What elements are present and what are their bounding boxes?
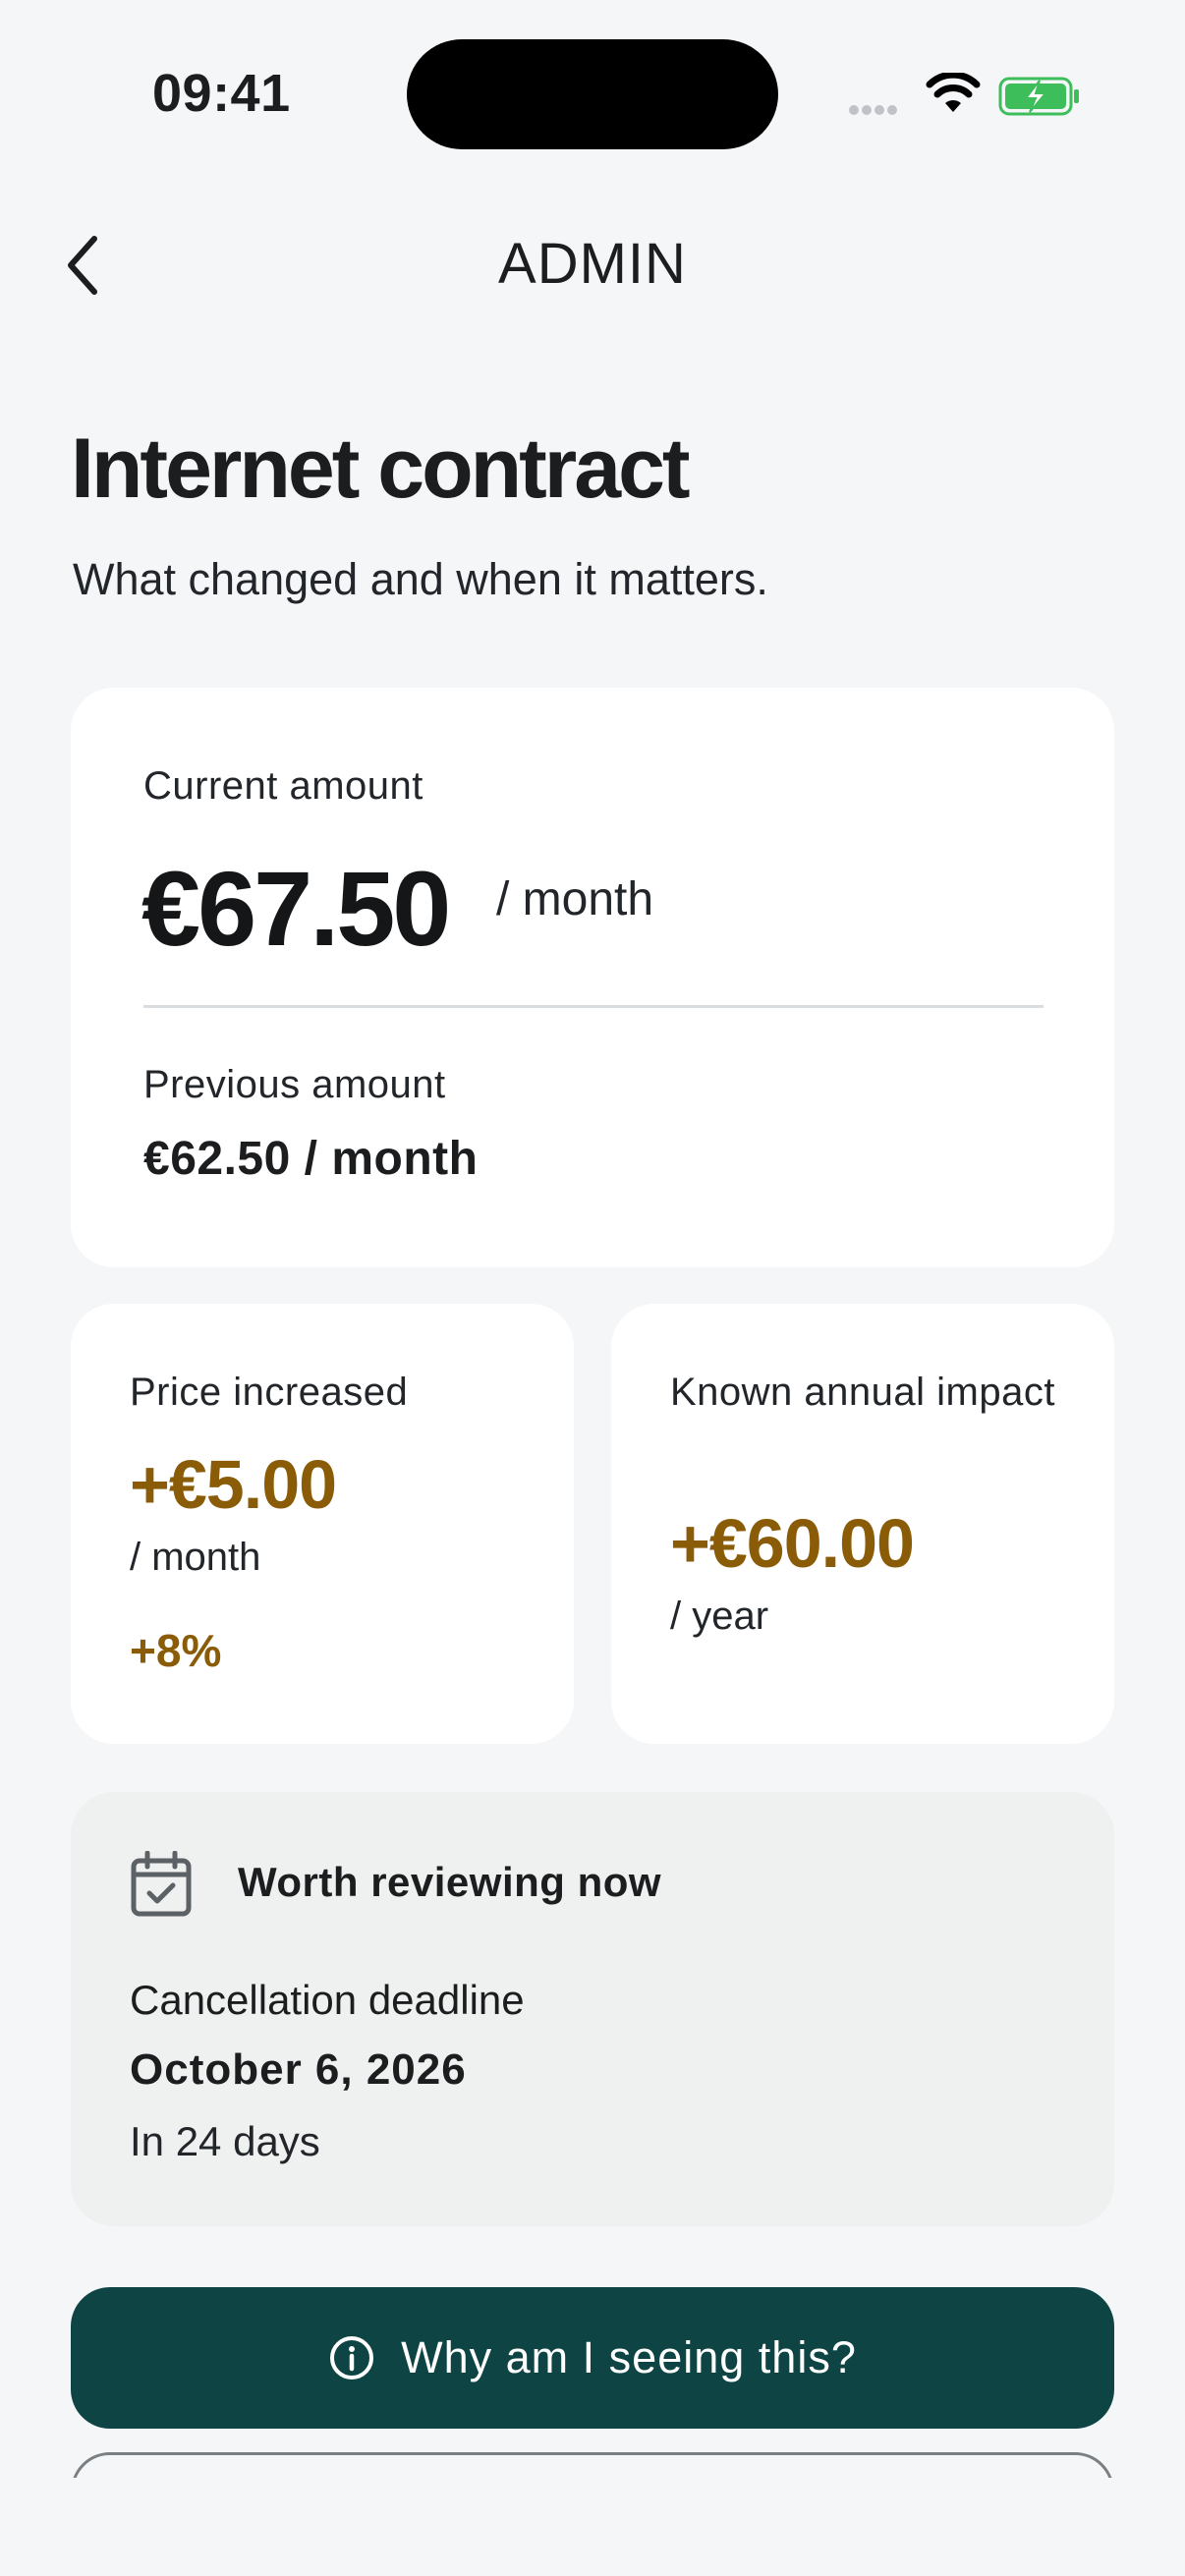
nav-title: ADMIN (498, 232, 687, 296)
price-increase-unit: / month (130, 1536, 261, 1579)
page-title: Internet contract (71, 421, 691, 516)
wifi-icon (926, 73, 981, 112)
cta-label: Why am I seeing this? (401, 2332, 857, 2382)
annual-impact-label: Known annual impact (670, 1371, 1055, 1414)
current-amount-unit: / month (496, 873, 654, 925)
deadline-relative: In 24 days (130, 2118, 320, 2164)
price-increase-percent: +8% (130, 1625, 222, 1676)
annual-impact-value: +€60.00 (670, 1505, 915, 1582)
page-subtitle: What changed and when it matters. (73, 554, 768, 604)
divider (143, 1005, 1044, 1008)
annual-impact-card: Known annual impact +€60.00 / year (611, 1304, 1114, 1744)
current-amount-value: €67.50 (141, 849, 451, 968)
amount-card: Current amount €67.50 / month Previous a… (71, 688, 1114, 1267)
price-increase-label: Price increased (130, 1371, 409, 1414)
screen: 09:41 ADMIN Internet contract What chang… (0, 0, 1185, 2576)
review-card: Worth reviewing now Cancellation deadlin… (71, 1792, 1114, 2226)
calendar-check-icon (131, 1851, 192, 1917)
price-increase-value: +€5.00 (130, 1446, 337, 1523)
deadline-date: October 6, 2026 (130, 2045, 467, 2094)
why-am-i-seeing-this-button[interactable]: Why am I seeing this? (71, 2287, 1114, 2429)
cellular-signal-icon (849, 102, 900, 120)
current-amount-label: Current amount (143, 764, 423, 808)
bottom-fade (0, 2478, 1185, 2576)
info-circle-icon (330, 2336, 374, 2380)
deadline-label: Cancellation deadline (130, 1977, 525, 2023)
previous-amount-value: €62.50 / month (143, 1133, 479, 1185)
review-title: Worth reviewing now (238, 1859, 662, 1905)
dynamic-island (407, 39, 778, 149)
battery-charging-icon (998, 77, 1079, 116)
previous-amount-label: Previous amount (143, 1063, 446, 1106)
annual-impact-unit: / year (670, 1595, 769, 1638)
status-time: 09:41 (152, 64, 291, 123)
price-increase-card: Price increased +€5.00 / month +8% (71, 1304, 574, 1744)
